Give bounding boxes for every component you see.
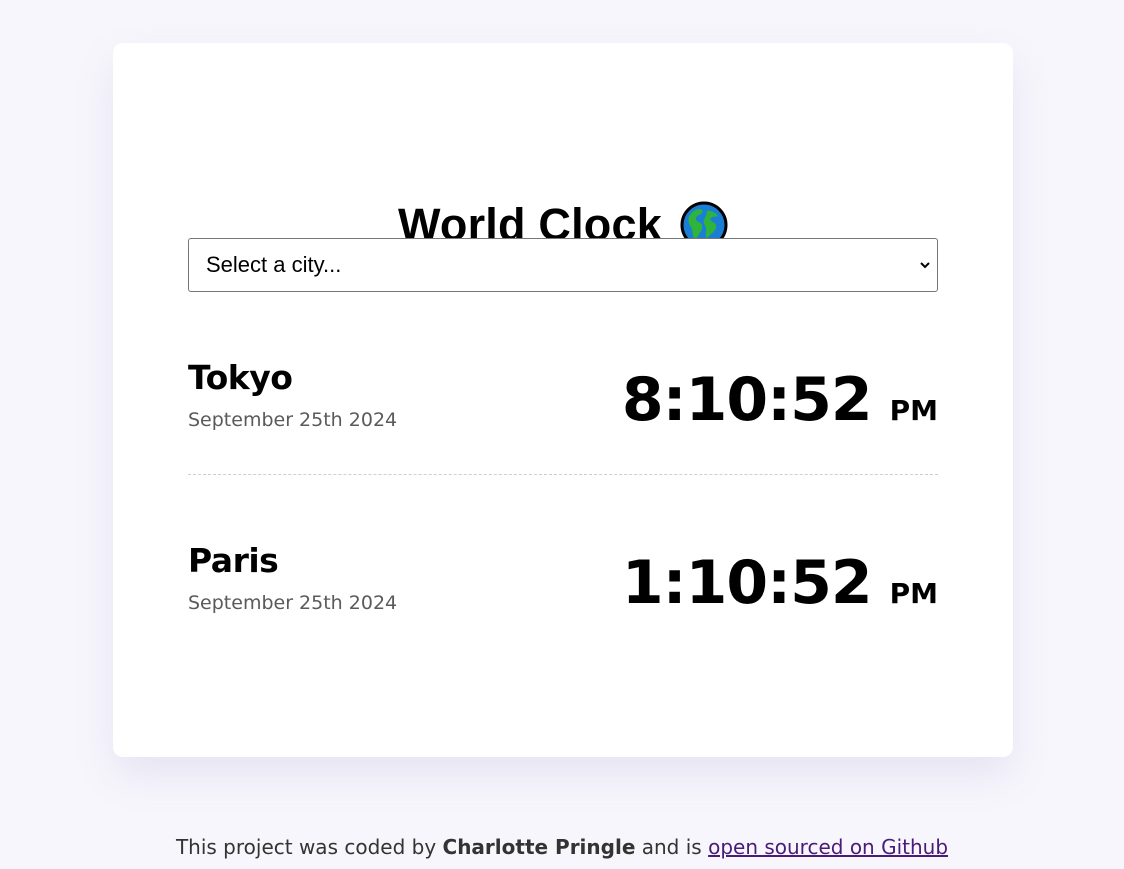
footer-author: Charlotte Pringle xyxy=(442,835,636,859)
chevron-down-icon xyxy=(920,262,930,269)
city-date: September 25th 2024 xyxy=(188,592,398,614)
world-clock-card: World Clock Select a city... Tokyo Septe… xyxy=(113,43,1013,757)
time-ampm: PM xyxy=(889,577,938,610)
city-row-paris: Paris September 25th 2024 1:10:52 PM xyxy=(188,538,938,638)
city-name: Paris xyxy=(188,541,279,580)
city-row-tokyo: Tokyo September 25th 2024 8:10:52 PM xyxy=(188,355,938,455)
city-name: Tokyo xyxy=(188,358,293,397)
footer-text-middle: and is xyxy=(635,835,709,859)
footer: This project was coded by Charlotte Prin… xyxy=(0,830,1124,864)
footer-text-before: This project was coded by xyxy=(175,835,443,859)
city-date: September 25th 2024 xyxy=(188,409,398,431)
city-select[interactable]: Select a city... xyxy=(188,238,938,292)
city-time: 1:10:52 PM xyxy=(622,544,938,622)
time-ampm: PM xyxy=(889,394,938,427)
city-time: 8:10:52 PM xyxy=(622,361,938,439)
github-link[interactable]: open sourced on Github xyxy=(708,835,948,859)
divider xyxy=(188,474,938,475)
time-value: 8:10:52 xyxy=(621,365,873,435)
time-value: 1:10:52 xyxy=(621,548,873,618)
city-select-value: Select a city... xyxy=(206,252,342,277)
